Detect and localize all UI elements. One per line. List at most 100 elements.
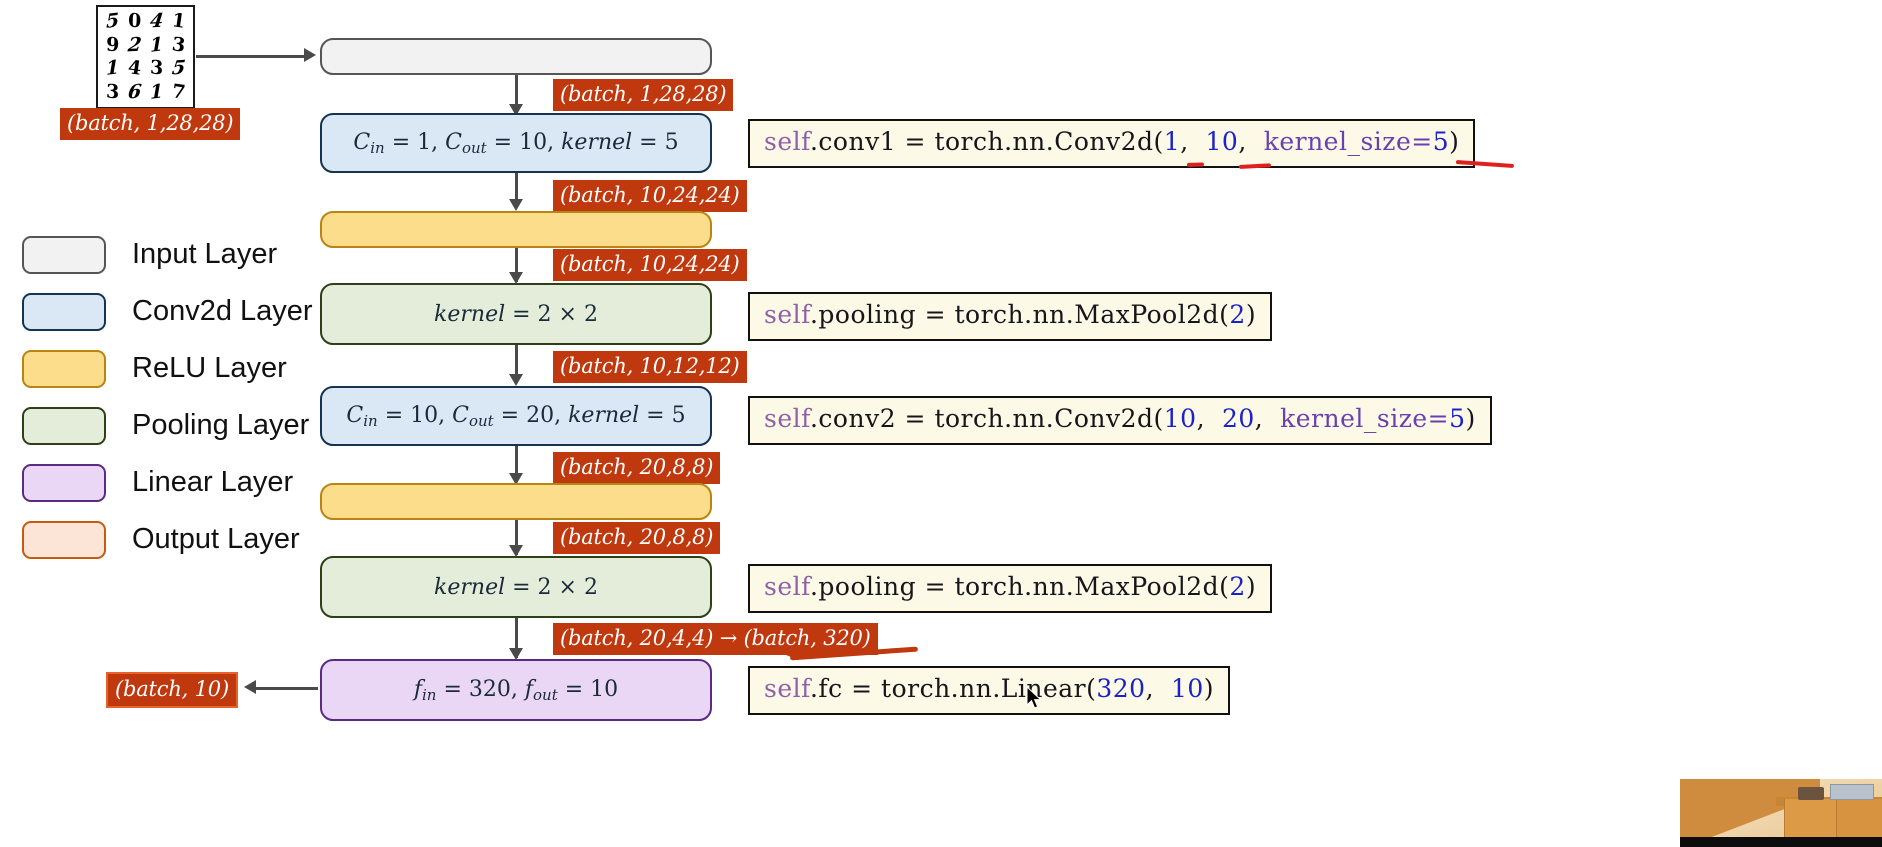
code-token-text: ): [1245, 572, 1257, 601]
mnist-digit: 6: [126, 80, 143, 104]
code-token-text: ,: [1254, 404, 1281, 433]
arrow-pool1-to-conv2-head: [509, 374, 523, 386]
legend-swatch-pooling: [22, 406, 106, 445]
code-token-text: .pooling = torch.nn.MaxPool2d(: [809, 572, 1230, 601]
shape-badge-after-pool1: (batch, 10,12,12): [553, 351, 747, 383]
shape-badge-after-relu2: (batch, 20,8,8): [553, 522, 721, 554]
mnist-digit: 0: [127, 9, 142, 33]
legend-label: ReLU Layer: [132, 352, 287, 384]
code-token-arg-kernel: 5: [1432, 127, 1450, 156]
mnist-digit: 1: [170, 9, 187, 34]
code-token-arg-in-channels: 10: [1163, 404, 1197, 433]
pool2-params: kernel = 2 × 2: [434, 574, 598, 600]
code-token-arg-in-channels: 1: [1163, 127, 1181, 156]
webcam-object-device: [1830, 784, 1874, 800]
code-token-arg-in-features: 320: [1096, 674, 1146, 703]
fc-params: fin = 320, fout = 10: [413, 676, 619, 704]
mnist-digit: 3: [149, 56, 164, 80]
output-shape-badge: (batch, 10): [106, 672, 238, 708]
shape-badge-after-conv2: (batch, 20,8,8): [553, 452, 721, 484]
shape-badge-after-relu1: (batch, 10,24,24): [553, 249, 747, 281]
webcam-object-dark: [1798, 787, 1824, 800]
legend-swatch-output: [22, 520, 106, 559]
output-arrow-head: [244, 680, 256, 694]
layer-pooling-1: kernel = 2 × 2: [320, 283, 712, 345]
code-token-kwarg-kernel-size: kernel_size=: [1263, 127, 1433, 156]
legend-swatch-linear: [22, 463, 106, 502]
mnist-row: 3 6 1 7: [102, 79, 189, 104]
legend-item-pooling: Pooling Layer: [22, 397, 313, 454]
mnist-digit: 4: [126, 56, 143, 81]
layer-linear-fc: fin = 320, fout = 10: [320, 659, 712, 721]
code-token-arg-pool-kernel: 2: [1229, 572, 1246, 601]
legend-item-relu: ReLU Layer: [22, 340, 313, 397]
code-token-arg-out-channels: 20: [1221, 404, 1255, 433]
shape-badge-after-conv1: (batch, 10,24,24): [553, 180, 747, 212]
layer-conv2d-1: Cin = 1, Cout = 10, kernel = 5: [320, 113, 712, 173]
mnist-digit: 2: [126, 33, 143, 57]
output-arrow-line: [252, 687, 318, 690]
legend-swatch-conv2d: [22, 292, 106, 331]
shape-badge-flatten: (batch, 20,4,4) → (batch, 320): [553, 623, 878, 655]
underline-out-channels: [1238, 163, 1272, 169]
legend-swatch-input: [22, 235, 106, 274]
mnist-row: 1 4 3 5: [102, 56, 189, 81]
layer-input: [320, 38, 712, 75]
legend-item-input: Input Layer: [22, 226, 313, 283]
code-token-arg-out-channels: 10: [1205, 127, 1239, 156]
conv2-params: Cin = 10, Cout = 20, kernel = 5: [346, 402, 686, 430]
code-token-arg-pool-kernel: 2: [1229, 300, 1246, 329]
legend-label: Conv2d Layer: [132, 295, 313, 327]
input-arrow-head: [304, 48, 316, 62]
pool1-params: kernel = 2 × 2: [434, 301, 598, 327]
mnist-digit: 1: [149, 79, 164, 104]
flatten-annotation-arrowhead: [782, 644, 799, 662]
code-token-text: ): [1449, 127, 1460, 156]
mnist-row: 9 2 1 3: [102, 32, 189, 57]
code-token-self: self: [764, 404, 810, 433]
cnn-architecture-diagram: 5 0 4 1 9 2 1 3 1 4 3 5 3 6 1 7 (batch, …: [0, 0, 1882, 847]
code-annotation-pool1: self.pooling = torch.nn.MaxPool2d(2): [748, 292, 1273, 341]
mnist-digit: 5: [170, 56, 187, 80]
legend-label: Pooling Layer: [132, 409, 310, 441]
mnist-digit: 5: [106, 9, 120, 34]
code-token-arg-kernel: 5: [1449, 404, 1466, 433]
mnist-digit: 1: [149, 32, 164, 57]
code-token-kwarg-kernel-size: kernel_size=: [1280, 404, 1450, 433]
code-token-text: ): [1465, 404, 1476, 433]
code-token-self: self: [764, 300, 810, 329]
legend: Input Layer Conv2d Layer ReLU Layer Pool…: [22, 226, 313, 568]
layer-pooling-2: kernel = 2 × 2: [320, 556, 712, 618]
webcam-overlay[interactable]: [1680, 779, 1882, 847]
code-annotation-pool2: self.pooling = torch.nn.MaxPool2d(2): [748, 564, 1273, 613]
code-annotation-fc: self.fc = torch.nn.Linear(320, 10): [748, 666, 1231, 715]
mnist-digit: 1: [106, 56, 120, 81]
mnist-digit: 3: [170, 32, 187, 57]
layer-relu-1: [320, 211, 712, 248]
layer-relu-2: [320, 483, 712, 520]
code-token-self: self: [764, 674, 810, 703]
arrow-conv1-to-relu1-head: [509, 199, 523, 211]
code-annotation-conv1: self.conv1 = torch.nn.Conv2d(1, 10, kern…: [748, 119, 1476, 168]
mnist-digit-grid: 5 0 4 1 9 2 1 3 1 4 3 5 3 6 1 7: [96, 5, 195, 109]
legend-item-output: Output Layer: [22, 511, 313, 568]
legend-label: Input Layer: [132, 238, 278, 270]
code-token-text: ,: [1180, 127, 1206, 156]
mouse-cursor: [1026, 686, 1042, 709]
webcam-bottom-bar: [1680, 837, 1882, 847]
code-token-text: .fc = torch.nn.Linear(: [809, 674, 1097, 703]
code-token-self: self: [764, 572, 810, 601]
conv1-params: Cin = 1, Cout = 10, kernel = 5: [353, 129, 679, 157]
mnist-digit: 7: [170, 79, 187, 104]
code-token-text: ,: [1196, 404, 1222, 433]
layer-conv2d-2: Cin = 10, Cout = 20, kernel = 5: [320, 386, 712, 446]
code-token-arg-out-features: 10: [1170, 674, 1204, 703]
shape-badge-after-input: (batch, 1,28,28): [553, 79, 734, 111]
input-arrow-line: [196, 55, 306, 58]
code-token-text: .pooling = torch.nn.MaxPool2d(: [809, 300, 1230, 329]
code-token-text: .conv1 = torch.nn.Conv2d(: [809, 127, 1164, 156]
mnist-digit: 4: [148, 9, 165, 33]
legend-label: Output Layer: [132, 523, 300, 555]
mnist-digit: 3: [105, 80, 120, 104]
legend-item-linear: Linear Layer: [22, 454, 313, 511]
